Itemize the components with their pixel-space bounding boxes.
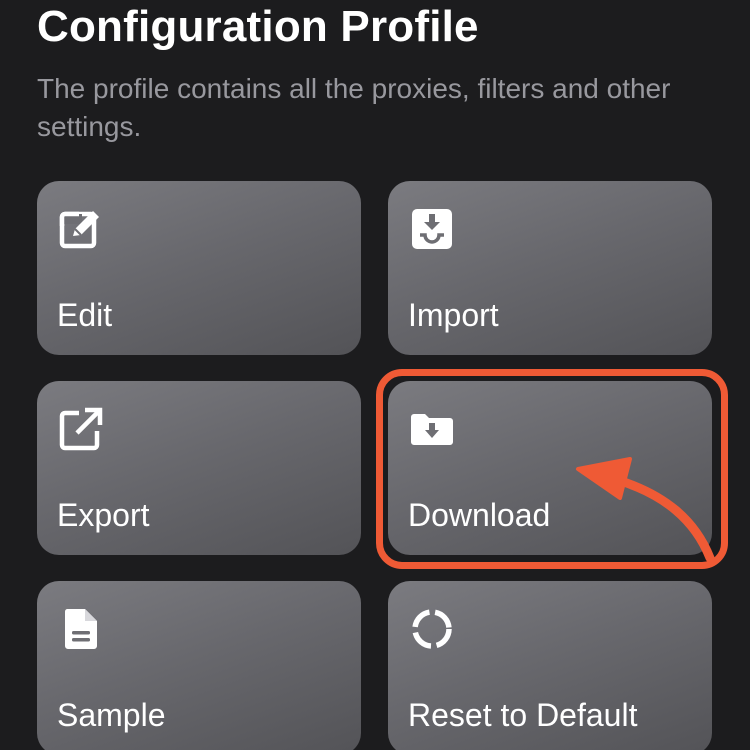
reset-to-default-label: Reset to Default xyxy=(408,697,638,733)
page-subtitle: The profile contains all the proxies, fi… xyxy=(37,73,671,142)
export-icon xyxy=(59,407,103,451)
edit-label: Edit xyxy=(57,297,113,333)
configuration-profile-screen: Configuration Profile The profile contai… xyxy=(0,0,750,750)
reset-to-default-button[interactable]: Reset to Default xyxy=(388,581,712,750)
document-icon xyxy=(64,609,97,649)
import-icon xyxy=(412,209,452,249)
folder-download-icon xyxy=(411,414,453,445)
reset-icon xyxy=(412,609,452,649)
import-label: Import xyxy=(408,297,499,333)
sample-button[interactable]: Sample xyxy=(37,581,361,750)
import-button[interactable]: Import xyxy=(388,181,712,355)
export-label: Export xyxy=(57,497,150,533)
export-button[interactable]: Export xyxy=(37,381,361,555)
edit-button[interactable]: Edit xyxy=(37,181,361,355)
sample-label: Sample xyxy=(57,697,166,733)
page-title: Configuration Profile xyxy=(37,2,479,51)
download-label: Download xyxy=(408,497,551,533)
edit-icon xyxy=(59,211,99,249)
download-button[interactable]: Download xyxy=(388,381,712,555)
